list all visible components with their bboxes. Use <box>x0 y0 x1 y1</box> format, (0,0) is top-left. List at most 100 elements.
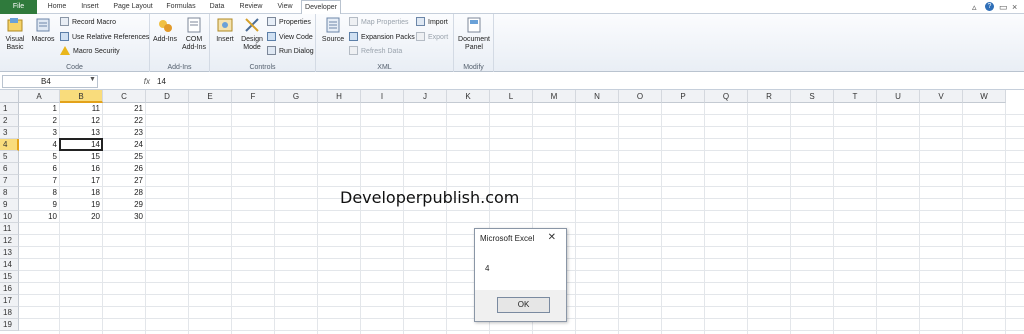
tab-view[interactable]: View <box>274 0 296 14</box>
column-header-e[interactable]: E <box>189 90 232 103</box>
cell-c1[interactable]: 21 <box>103 103 146 115</box>
cell-a4[interactable]: 4 <box>19 139 60 151</box>
export-button[interactable]: Export <box>416 32 448 43</box>
row-header-7[interactable]: 7 <box>0 175 19 187</box>
name-box-dropdown-icon[interactable]: ▼ <box>89 76 96 83</box>
macros-button[interactable]: Macros <box>30 16 56 44</box>
record-macro-button[interactable]: Record Macro <box>60 17 116 28</box>
cell-a2[interactable]: 2 <box>19 115 60 127</box>
tab-file[interactable]: File <box>0 0 37 14</box>
import-button[interactable]: Import <box>416 17 448 28</box>
column-header-m[interactable]: M <box>533 90 576 103</box>
cell-b7[interactable]: 17 <box>60 175 103 187</box>
tab-review[interactable]: Review <box>236 0 266 14</box>
visual-basic-button[interactable]: Visual Basic <box>3 16 27 52</box>
map-properties-button[interactable]: Map Properties <box>349 17 408 28</box>
properties-button[interactable]: Properties <box>267 17 311 28</box>
column-header-b[interactable]: B <box>60 90 103 103</box>
close-window-icon[interactable]: × <box>1012 2 1017 12</box>
column-header-u[interactable]: U <box>877 90 920 103</box>
row-header-14[interactable]: 14 <box>0 259 19 271</box>
column-header-r[interactable]: R <box>748 90 791 103</box>
ok-button[interactable]: OK <box>497 297 550 313</box>
column-header-i[interactable]: I <box>361 90 404 103</box>
row-header-6[interactable]: 6 <box>0 163 19 175</box>
row-header-1[interactable]: 1 <box>0 103 19 115</box>
formula-input[interactable]: 14 <box>157 75 166 88</box>
tab-insert[interactable]: Insert <box>78 0 102 14</box>
document-panel-button[interactable]: Document Panel <box>456 16 492 52</box>
com-add-ins-button[interactable]: COM Add-Ins <box>180 16 208 52</box>
column-header-g[interactable]: G <box>275 90 318 103</box>
fx-icon[interactable]: fx <box>110 75 154 88</box>
cell-c7[interactable]: 27 <box>103 175 146 187</box>
row-header-13[interactable]: 13 <box>0 247 19 259</box>
column-header-s[interactable]: S <box>791 90 834 103</box>
column-header-t[interactable]: T <box>834 90 877 103</box>
column-header-k[interactable]: K <box>447 90 490 103</box>
column-header-h[interactable]: H <box>318 90 361 103</box>
cell-b6[interactable]: 16 <box>60 163 103 175</box>
row-header-17[interactable]: 17 <box>0 295 19 307</box>
select-all-corner[interactable] <box>0 90 19 103</box>
cell-c4[interactable]: 24 <box>103 139 146 151</box>
tab-home[interactable]: Home <box>44 0 70 14</box>
row-header-5[interactable]: 5 <box>0 151 19 163</box>
column-header-c[interactable]: C <box>103 90 146 103</box>
cell-c3[interactable]: 23 <box>103 127 146 139</box>
row-header-18[interactable]: 18 <box>0 307 19 319</box>
cell-c2[interactable]: 22 <box>103 115 146 127</box>
column-header-f[interactable]: F <box>232 90 275 103</box>
cell-a8[interactable]: 8 <box>19 187 60 199</box>
cell-a5[interactable]: 5 <box>19 151 60 163</box>
design-mode-button[interactable]: Design Mode <box>239 16 265 52</box>
row-header-12[interactable]: 12 <box>0 235 19 247</box>
row-header-9[interactable]: 9 <box>0 199 19 211</box>
row-header-11[interactable]: 11 <box>0 223 19 235</box>
row-header-4[interactable]: 4 <box>0 139 19 151</box>
row-header-3[interactable]: 3 <box>0 127 19 139</box>
column-header-v[interactable]: V <box>920 90 963 103</box>
view-code-button[interactable]: View Code <box>267 32 313 43</box>
name-box[interactable]: B4 <box>2 75 98 88</box>
cell-a7[interactable]: 7 <box>19 175 60 187</box>
expansion-packs-button[interactable]: Expansion Packs <box>349 32 415 43</box>
cell-b5[interactable]: 15 <box>60 151 103 163</box>
cell-a6[interactable]: 6 <box>19 163 60 175</box>
cell-b2[interactable]: 12 <box>60 115 103 127</box>
cell-a3[interactable]: 3 <box>19 127 60 139</box>
cell-b9[interactable]: 19 <box>60 199 103 211</box>
tab-page-layout[interactable]: Page Layout <box>111 0 155 14</box>
run-dialog-button[interactable]: Run Dialog <box>267 46 314 57</box>
use-relative-references-button[interactable]: Use Relative References <box>60 32 149 43</box>
row-header-2[interactable]: 2 <box>0 115 19 127</box>
cell-a9[interactable]: 9 <box>19 199 60 211</box>
row-header-8[interactable]: 8 <box>0 187 19 199</box>
cell-c10[interactable]: 30 <box>103 211 146 223</box>
column-header-n[interactable]: N <box>576 90 619 103</box>
ribbon-minimize-icon[interactable]: ▵ <box>972 2 977 12</box>
column-header-a[interactable]: A <box>19 90 60 103</box>
column-header-o[interactable]: O <box>619 90 662 103</box>
row-header-10[interactable]: 10 <box>0 211 19 223</box>
row-header-16[interactable]: 16 <box>0 283 19 295</box>
cell-b8[interactable]: 18 <box>60 187 103 199</box>
column-header-d[interactable]: D <box>146 90 189 103</box>
cell-c8[interactable]: 28 <box>103 187 146 199</box>
tab-developer[interactable]: Developer <box>301 0 341 15</box>
cell-b1[interactable]: 11 <box>60 103 103 115</box>
row-header-19[interactable]: 19 <box>0 319 19 331</box>
close-icon[interactable]: ✕ <box>548 232 556 243</box>
column-header-l[interactable]: L <box>490 90 533 103</box>
macro-security-button[interactable]: Macro Security <box>60 46 120 57</box>
add-ins-button[interactable]: Add-Ins <box>152 16 178 44</box>
cell-a1[interactable]: 1 <box>19 103 60 115</box>
refresh-data-button[interactable]: Refresh Data <box>349 46 402 57</box>
cell-c5[interactable]: 25 <box>103 151 146 163</box>
column-header-j[interactable]: J <box>404 90 447 103</box>
help-icon[interactable]: ? <box>985 2 994 11</box>
restore-window-icon[interactable]: ▭ <box>999 2 1008 12</box>
column-header-w[interactable]: W <box>963 90 1006 103</box>
row-header-15[interactable]: 15 <box>0 271 19 283</box>
tab-data[interactable]: Data <box>206 0 228 14</box>
